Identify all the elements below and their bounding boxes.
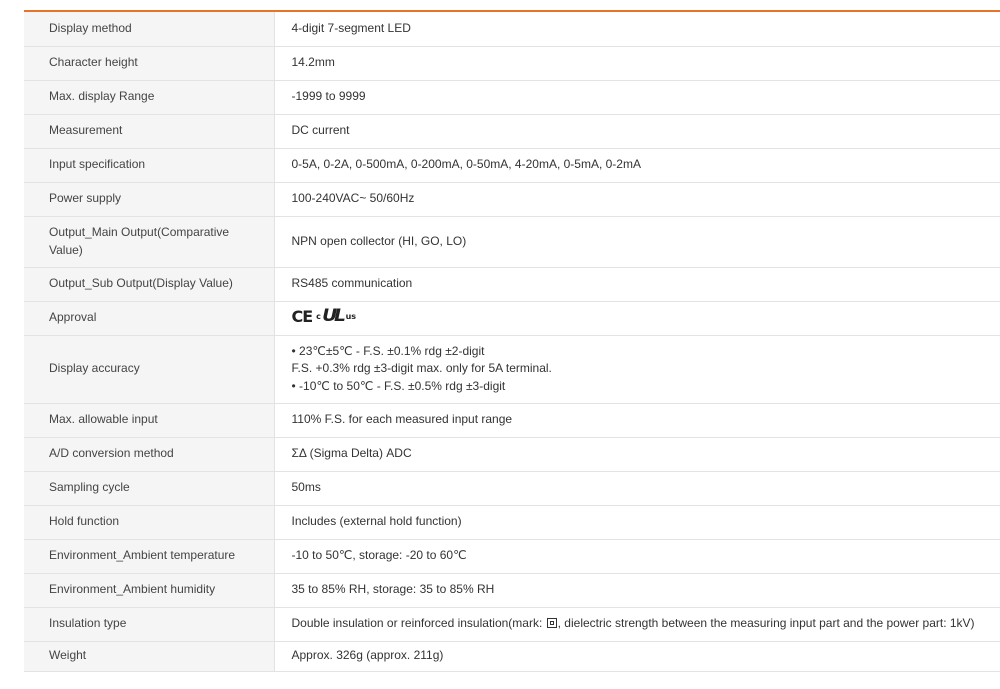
- accuracy-line: F.S. +0.3% rdg ±3-digit max. only for 5A…: [291, 361, 552, 376]
- spec-row: Display accuracy • 23℃±5℃ - F.S. ±0.1% r…: [24, 335, 1000, 404]
- spec-value: NPN open collector (HI, GO, LO): [274, 216, 1000, 268]
- spec-label: Power supply: [24, 182, 275, 217]
- spec-label: Environment_Ambient temperature: [24, 539, 275, 574]
- spec-value: 110% F.S. for each measured input range: [274, 403, 1000, 438]
- spec-label: Environment_Ambient humidity: [24, 573, 275, 608]
- spec-row: Max. allowable input 110% F.S. for each …: [24, 403, 1000, 438]
- spec-table-container: Display method 4-digit 7-segment LED Cha…: [24, 10, 1000, 672]
- spec-label: Sampling cycle: [24, 471, 275, 506]
- spec-value: 35 to 85% RH, storage: 35 to 85% RH: [274, 573, 1000, 608]
- certification-logos: CE c UL us: [292, 308, 357, 326]
- spec-label: Character height: [24, 46, 275, 81]
- spec-row: A/D conversion method ΣΔ (Sigma Delta) A…: [24, 437, 1000, 472]
- spec-value: -1999 to 9999: [274, 80, 1000, 115]
- spec-value: Approx. 326g (approx. 211g): [274, 641, 1000, 672]
- spec-label: Measurement: [24, 114, 275, 149]
- spec-value: Double insulation or reinforced insulati…: [274, 607, 1000, 642]
- spec-value: ΣΔ (Sigma Delta) ADC: [274, 437, 1000, 472]
- spec-row: Input specification 0-5A, 0-2A, 0-500mA,…: [24, 148, 1000, 183]
- spec-row: Output_Sub Output(Display Value) RS485 c…: [24, 267, 1000, 302]
- spec-row: Environment_Ambient temperature -10 to 5…: [24, 539, 1000, 574]
- spec-row: Environment_Ambient humidity 35 to 85% R…: [24, 573, 1000, 608]
- spec-value: RS485 communication: [274, 267, 1000, 302]
- spec-value: 4-digit 7-segment LED: [274, 12, 1000, 47]
- spec-value: DC current: [274, 114, 1000, 149]
- spec-row: Sampling cycle 50ms: [24, 471, 1000, 506]
- spec-row: Display method 4-digit 7-segment LED: [24, 12, 1000, 47]
- spec-value: • 23℃±5℃ - F.S. ±0.1% rdg ±2-digit F.S. …: [274, 335, 1000, 404]
- spec-label: Weight: [24, 641, 275, 672]
- spec-row: Max. display Range -1999 to 9999: [24, 80, 1000, 115]
- ce-mark-icon: CE: [291, 307, 314, 327]
- spec-row: Character height 14.2mm: [24, 46, 1000, 81]
- spec-row: Power supply 100-240VAC~ 50/60Hz: [24, 182, 1000, 217]
- spec-row: Output_Main Output(Comparative Value) NP…: [24, 216, 1000, 268]
- cul-c-mark: c: [316, 312, 321, 322]
- spec-label: Insulation type: [24, 607, 275, 642]
- spec-label: Approval: [24, 301, 275, 336]
- spec-label: Output_Main Output(Comparative Value): [24, 216, 275, 268]
- insulation-text-pre: Double insulation or reinforced insulati…: [291, 616, 546, 631]
- spec-row: Hold function Includes (external hold fu…: [24, 505, 1000, 540]
- cul-us-mark: us: [345, 312, 357, 322]
- spec-value: -10 to 50℃, storage: -20 to 60℃: [274, 539, 1000, 574]
- accuracy-line: • -10℃ to 50℃ - F.S. ±0.5% rdg ±3-digit: [291, 378, 506, 393]
- spec-value: 0-5A, 0-2A, 0-500mA, 0-200mA, 0-50mA, 4-…: [274, 148, 1000, 183]
- spec-label: Hold function: [24, 505, 275, 540]
- spec-value: 14.2mm: [274, 46, 1000, 81]
- spec-row: Weight Approx. 326g (approx. 211g): [24, 641, 1000, 672]
- spec-row: Insulation type Double insulation or rei…: [24, 607, 1000, 642]
- spec-label: Display method: [24, 12, 275, 47]
- spec-table: Display method 4-digit 7-segment LED Cha…: [24, 12, 1000, 672]
- spec-value: 100-240VAC~ 50/60Hz: [274, 182, 1000, 217]
- spec-value-approval: CE c UL us: [274, 301, 1000, 336]
- spec-value: 50ms: [274, 471, 1000, 506]
- ul-mark-icon: UL: [321, 306, 346, 327]
- spec-label: A/D conversion method: [24, 437, 275, 472]
- spec-label: Max. display Range: [24, 80, 275, 115]
- spec-row: Measurement DC current: [24, 114, 1000, 149]
- spec-label: Output_Sub Output(Display Value): [24, 267, 275, 302]
- double-insulation-icon: [546, 618, 557, 629]
- accuracy-line: • 23℃±5℃ - F.S. ±0.1% rdg ±2-digit: [291, 343, 485, 358]
- spec-row: Approval CE c UL us: [24, 301, 1000, 336]
- insulation-text-post: , dielectric strength between the measur…: [557, 616, 975, 631]
- spec-label: Max. allowable input: [24, 403, 275, 438]
- spec-label: Input specification: [24, 148, 275, 183]
- spec-value: Includes (external hold function): [274, 505, 1000, 540]
- spec-label: Display accuracy: [24, 335, 275, 404]
